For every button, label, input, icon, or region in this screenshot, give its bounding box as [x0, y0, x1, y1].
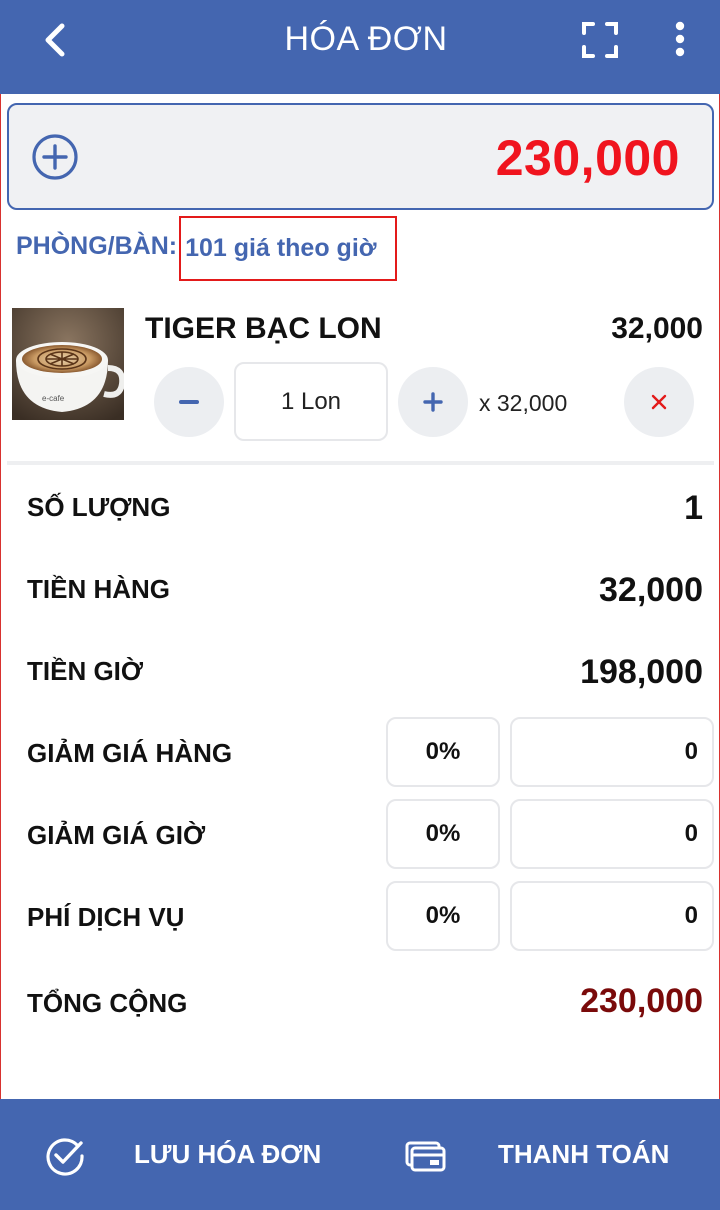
invoice-total-box: 230,000	[7, 103, 714, 210]
product-name: TIGER BẠC LON	[145, 312, 382, 345]
coffee-cup-image: e-cafe	[12, 308, 124, 420]
grand-total-label: TỔNG CỘNG	[27, 988, 188, 1018]
goods-discount-amount-field[interactable]: 0	[510, 717, 714, 787]
room-row: PHÒNG/BÀN: 101 giá theo giờ	[16, 216, 397, 281]
minus-icon	[179, 400, 199, 404]
product-image: e-cafe	[12, 308, 124, 420]
fullscreen-icon	[582, 22, 618, 58]
bottom-action-bar: LƯU HÓA ĐƠN THANH TOÁN	[0, 1099, 720, 1210]
room-value[interactable]: 101 giá theo giờ	[179, 216, 397, 281]
service-fee-percent-field[interactable]: 0%	[386, 881, 500, 951]
close-icon	[651, 394, 667, 410]
goods-total-label: TIỀN HÀNG	[27, 574, 170, 604]
plus-icon	[423, 392, 443, 412]
time-discount-amount-field[interactable]: 0	[510, 799, 714, 869]
decrease-quantity-button[interactable]	[154, 367, 224, 437]
pay-button[interactable]: THANH TOÁN	[404, 1099, 669, 1210]
time-discount-label: GIẢM GIÁ GIỜ	[27, 820, 206, 850]
time-discount-percent-field[interactable]: 0%	[386, 799, 500, 869]
service-fee-label: PHÍ DỊCH VỤ	[27, 902, 185, 932]
section-divider	[7, 461, 714, 465]
fullscreen-button[interactable]	[580, 20, 620, 60]
app-bar: HÓA ĐƠN	[0, 0, 720, 94]
svg-text:e-cafe: e-cafe	[42, 394, 65, 403]
invoice-total-amount: 230,000	[495, 130, 680, 186]
grand-total-value: 230,000	[580, 982, 703, 1020]
more-options-button[interactable]	[666, 18, 694, 62]
time-total-label: TIỀN GIỜ	[27, 656, 144, 686]
quantity-label: SỐ LƯỢNG	[27, 492, 171, 522]
add-item-button[interactable]	[31, 133, 79, 181]
increase-quantity-button[interactable]	[398, 367, 468, 437]
remove-item-button[interactable]	[624, 367, 694, 437]
quantity-field[interactable]: 1 Lon	[234, 362, 388, 441]
pay-label: THANH TOÁN	[498, 1139, 670, 1169]
service-fee-amount-field[interactable]: 0	[510, 881, 714, 951]
goods-discount-percent-field[interactable]: 0%	[386, 717, 500, 787]
goods-discount-label: GIẢM GIÁ HÀNG	[27, 738, 233, 768]
time-total-value: 198,000	[580, 653, 703, 691]
payment-card-icon	[405, 1141, 446, 1171]
room-label: PHÒNG/BÀN:	[16, 232, 178, 260]
unit-price: x 32,000	[479, 390, 568, 416]
goods-total-value: 32,000	[599, 571, 703, 609]
save-invoice-button[interactable]: LƯU HÓA ĐƠN	[44, 1099, 321, 1210]
product-line-total: 32,000	[611, 312, 703, 345]
quantity-value: 1	[684, 489, 703, 527]
more-vertical-icon	[675, 21, 685, 57]
save-invoice-label: LƯU HÓA ĐƠN	[134, 1139, 322, 1169]
check-circle-icon	[46, 1137, 84, 1176]
plus-circle-icon	[32, 134, 78, 180]
